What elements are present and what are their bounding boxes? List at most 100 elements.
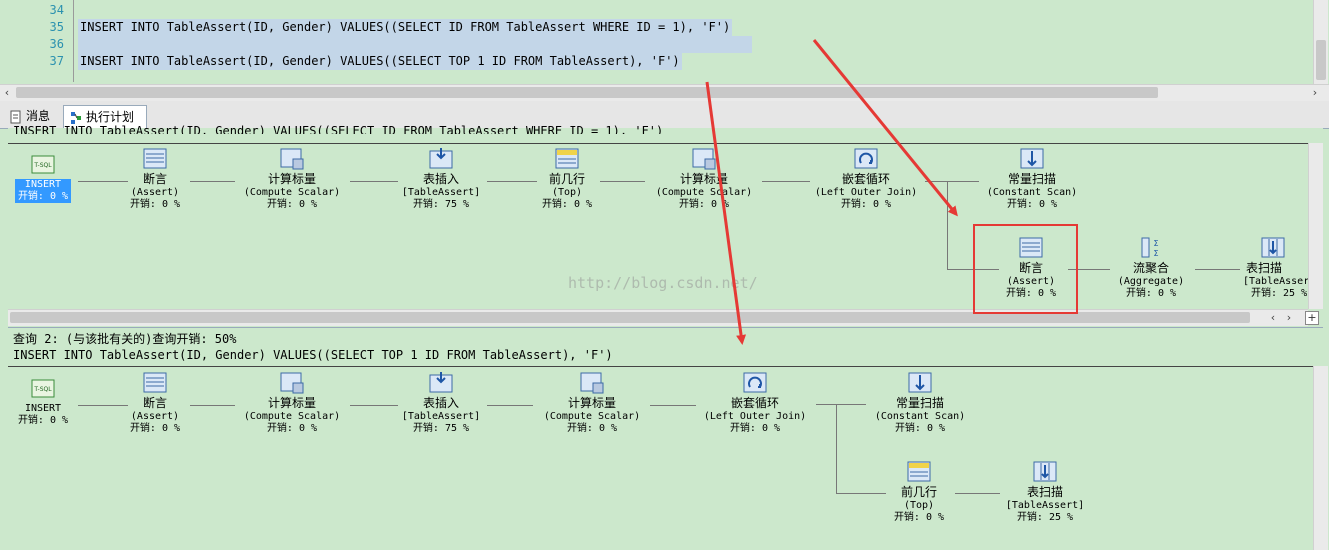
outline-gutter xyxy=(73,0,74,82)
table-insert-icon xyxy=(429,148,453,169)
node-subtitle: (Constant Scan) xyxy=(986,187,1078,198)
tsql-icon: T-SQL xyxy=(31,155,55,174)
editor-vertical-scrollbar[interactable] xyxy=(1313,0,1328,84)
svg-text:T-SQL: T-SQL xyxy=(33,386,52,393)
node-label: 表扫描 xyxy=(1246,261,1283,275)
node-cost: 开销: 0 % xyxy=(893,512,945,523)
code-line-37[interactable]: INSERT INTO TableAssert(ID, Gender) VALU… xyxy=(78,53,682,70)
messages-icon xyxy=(10,110,21,123)
constant-scan-icon xyxy=(908,372,932,393)
node-subtitle: (Compute Scalar) xyxy=(655,187,753,198)
node-cost: 开销: 0 % xyxy=(729,423,781,434)
divider xyxy=(8,327,1323,328)
compute-scalar-node[interactable]: 计算标量 (Compute Scalar) 开销: 0 % xyxy=(227,372,357,435)
assert-node[interactable]: 断言 (Assert) 开销: 0 % xyxy=(90,148,220,211)
node-cost: 开销: 25 % xyxy=(1251,288,1308,299)
assert-icon xyxy=(143,148,167,169)
node-label: 计算标量 xyxy=(267,396,316,410)
expand-icon[interactable]: + xyxy=(1305,311,1319,325)
plan2-vertical-scrollbar[interactable] xyxy=(1313,366,1328,550)
nested-loops-node[interactable]: 嵌套循环 (Left Outer Join) 开销: 0 % xyxy=(801,148,931,211)
node-cost: 开销: 0 % xyxy=(840,199,892,210)
compute-scalar-icon xyxy=(280,148,304,170)
constant-scan-node[interactable]: 常量扫描 (Constant Scan) 开销: 0 % xyxy=(967,148,1097,211)
compute-scalar-icon xyxy=(280,372,304,394)
node-subtitle: (Compute Scalar) xyxy=(243,187,341,198)
scroll-right-icon[interactable]: › xyxy=(1308,85,1322,101)
scroll-left-icon[interactable]: ‹ xyxy=(0,85,14,101)
execution-plan-icon xyxy=(71,111,81,124)
node-label: 计算标量 xyxy=(267,172,316,186)
node-label: 嵌套循环 xyxy=(841,172,890,186)
table-insert-node[interactable]: 表插入 [TableAssert] 开销: 75 % xyxy=(376,372,506,435)
node-subtitle: [TableAssert] xyxy=(401,187,481,198)
connector xyxy=(836,404,837,493)
code-line-36[interactable] xyxy=(78,36,752,53)
node-label: 常量扫描 xyxy=(1007,172,1056,186)
plan1-vertical-scrollbar[interactable] xyxy=(1308,143,1323,309)
scroll-left-icon[interactable]: ‹ xyxy=(1266,310,1280,326)
node-subtitle: (Assert) xyxy=(130,411,180,422)
node-subtitle: [TableAssert] xyxy=(1005,500,1085,511)
node-cost: 开销: 0 % xyxy=(541,199,593,210)
constant-scan-icon xyxy=(1020,148,1044,169)
query-text-1: INSERT INTO TableAssert(ID, Gender) VALU… xyxy=(13,124,664,134)
code-line-35[interactable]: INSERT INTO TableAssert(ID, Gender) VALU… xyxy=(78,19,733,36)
table-scan-icon xyxy=(1033,461,1057,482)
node-cost: 开销: 0 % xyxy=(894,423,946,434)
editor-horizontal-scrollbar[interactable]: ‹ › xyxy=(0,84,1329,101)
node-cost: 开销: 0 % xyxy=(129,423,181,434)
compute-scalar-node[interactable]: 计算标量 (Compute Scalar) 开销: 0 % xyxy=(527,372,657,435)
node-cost: 开销: 0 % xyxy=(1125,288,1177,299)
line-number: 36 xyxy=(49,37,64,51)
node-cost: 开销: 0 % xyxy=(129,199,181,210)
compute-scalar-node[interactable]: 计算标量 (Compute Scalar) 开销: 0 % xyxy=(227,148,357,211)
top-icon xyxy=(555,148,579,169)
scroll-thumb[interactable] xyxy=(16,87,1158,98)
assert-node[interactable]: 断言 (Assert) 开销: 0 % xyxy=(90,372,220,435)
node-cost: 开销: 0 % xyxy=(1006,199,1058,210)
plan1-horizontal-scrollbar[interactable]: ‹ › xyxy=(8,309,1308,326)
node-label: 断言 xyxy=(142,396,167,410)
scroll-right-icon[interactable]: › xyxy=(1282,310,1296,326)
node-subtitle: (Assert) xyxy=(130,187,180,198)
line-number: 37 xyxy=(49,54,64,68)
node-label: 嵌套循环 xyxy=(730,396,779,410)
top-node[interactable]: 前几行 (Top) 开销: 0 % xyxy=(854,461,984,524)
scroll-thumb[interactable] xyxy=(1316,40,1326,80)
node-label: 计算标量 xyxy=(567,396,616,410)
node-cost: 开销: 0 % xyxy=(266,199,318,210)
node-subtitle: (Top) xyxy=(551,187,583,198)
highlight-box xyxy=(973,224,1078,314)
constant-scan-node[interactable]: 常量扫描 (Constant Scan) 开销: 0 % xyxy=(855,372,985,435)
node-label: 常量扫描 xyxy=(895,396,944,410)
node-subtitle: (Left Outer Join) xyxy=(703,411,807,422)
compute-scalar-node[interactable]: 计算标量 (Compute Scalar) 开销: 0 % xyxy=(639,148,769,211)
line-number: 34 xyxy=(49,3,64,17)
node-label: 前几行 xyxy=(900,485,937,499)
node-cost: 开销: 0 % xyxy=(17,191,69,202)
node-label: 表插入 xyxy=(422,172,459,186)
table-insert-node[interactable]: 表插入 [TableAssert] 开销: 75 % xyxy=(376,148,506,211)
node-label: 断言 xyxy=(142,172,167,186)
node-cost: 开销: 75 % xyxy=(412,423,470,434)
table-scan-icon xyxy=(1261,237,1285,258)
nested-loops-icon xyxy=(854,148,878,169)
table-scan-node[interactable]: 表扫描 [TableAssert] 开销: 25 % xyxy=(1221,237,1311,300)
nested-loops-node[interactable]: 嵌套循环 (Left Outer Join) 开销: 0 % xyxy=(690,372,820,435)
node-cost: 开销: 0 % xyxy=(678,199,730,210)
stream-aggregate-node[interactable]: ΣΣ 流聚合 (Aggregate) 开销: 0 % xyxy=(1086,237,1216,300)
compute-scalar-icon xyxy=(692,148,716,170)
query-text-2: INSERT INTO TableAssert(ID, Gender) VALU… xyxy=(13,348,613,362)
node-subtitle: (Top) xyxy=(903,500,935,511)
assert-icon xyxy=(143,372,167,393)
node-cost: 开销: 25 % xyxy=(1016,512,1074,523)
stream-aggregate-icon: ΣΣ xyxy=(1141,237,1159,258)
divider xyxy=(8,143,1323,144)
sql-editor[interactable]: 34 35 36 37 INSERT INTO TableAssert(ID, … xyxy=(0,0,1329,101)
table-scan-node[interactable]: 表扫描 [TableAssert] 开销: 25 % xyxy=(980,461,1110,524)
line-number: 35 xyxy=(49,20,64,34)
divider xyxy=(8,366,1323,367)
top-node[interactable]: 前几行 (Top) 开销: 0 % xyxy=(502,148,632,211)
top-icon xyxy=(907,461,931,482)
